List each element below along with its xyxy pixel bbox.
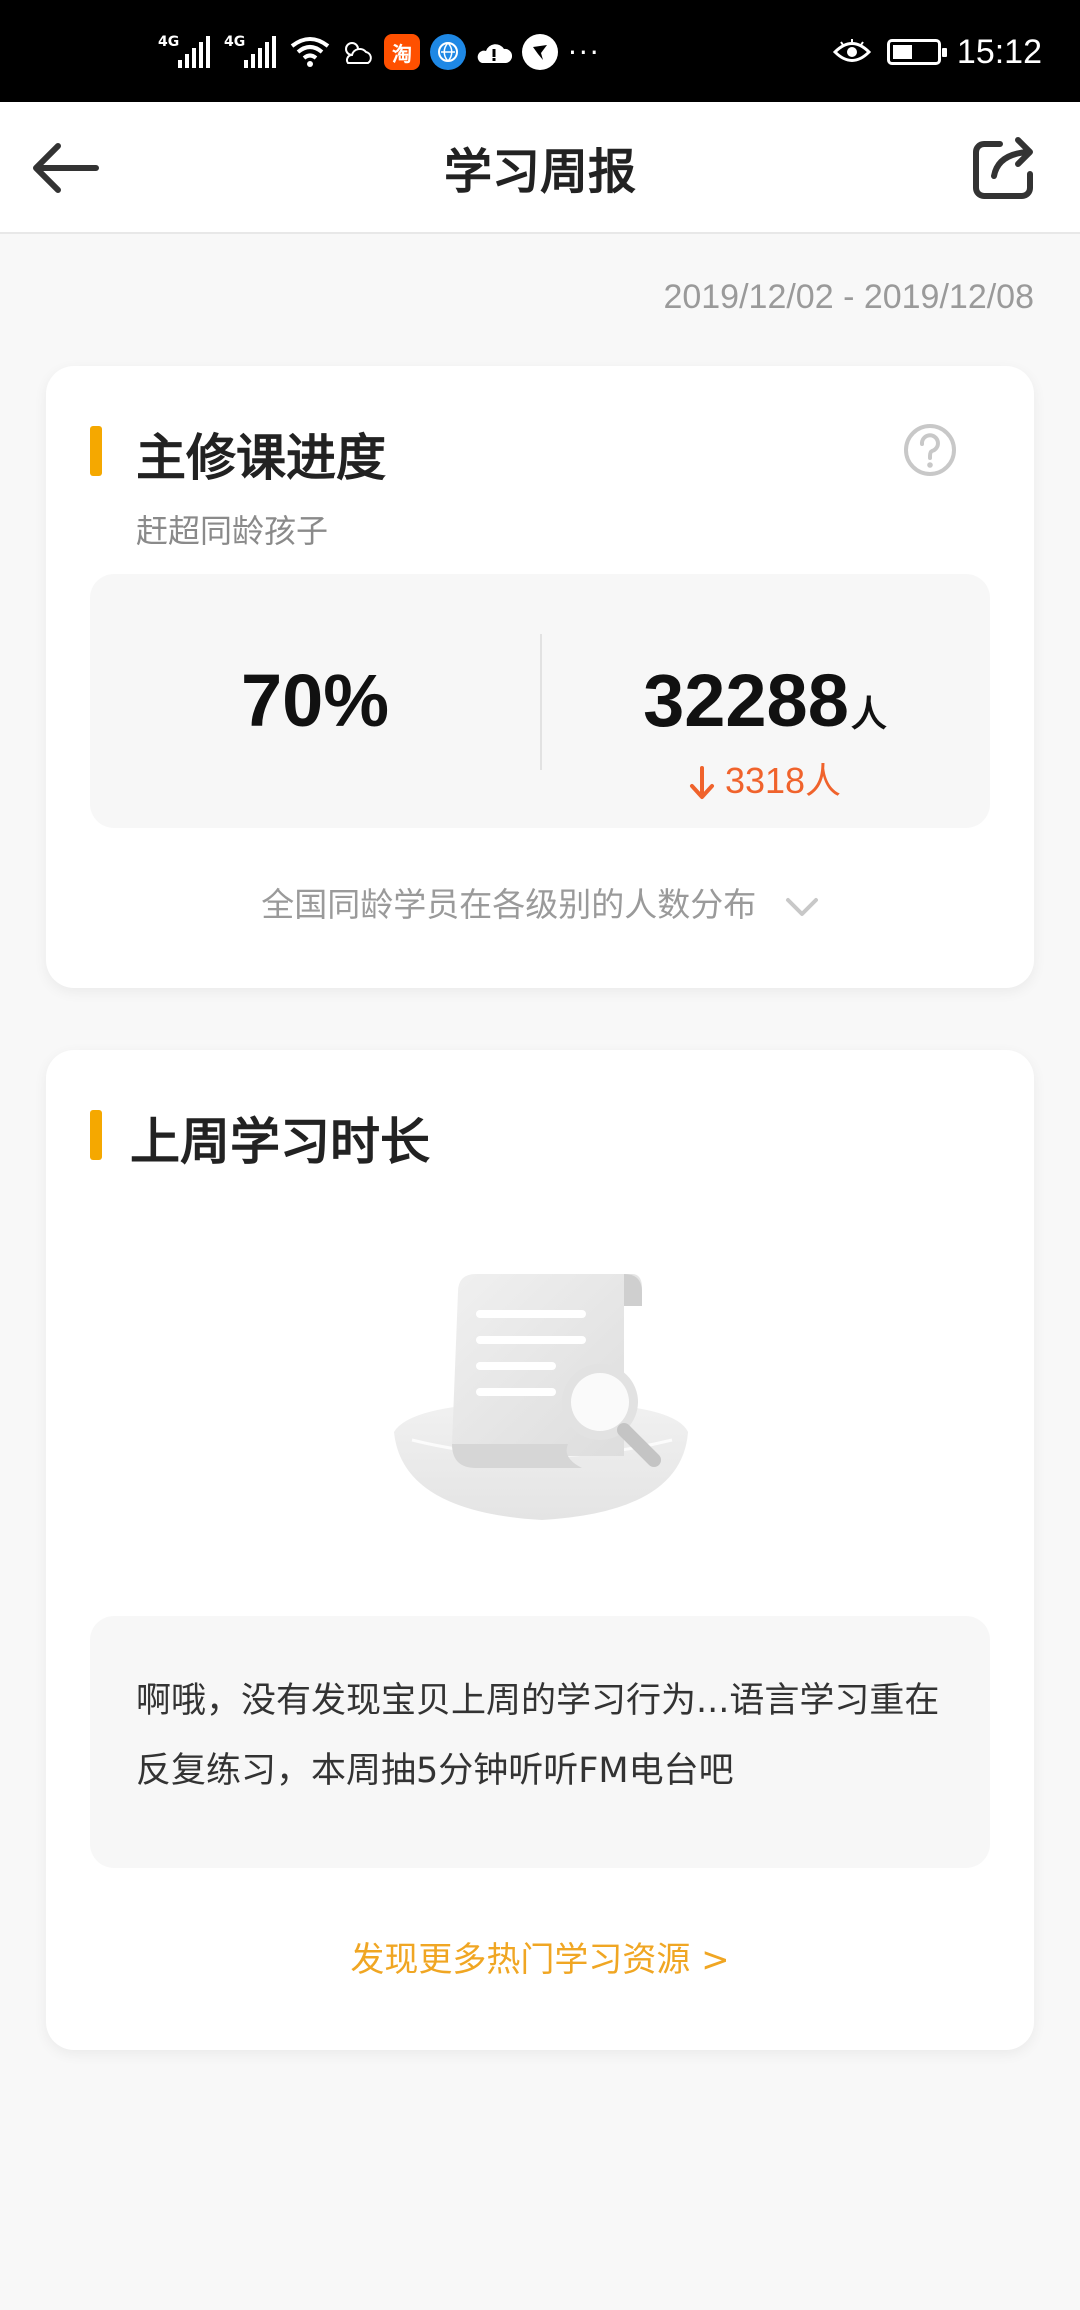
help-icon[interactable] (902, 422, 958, 478)
browser-app-icon (430, 34, 466, 70)
network-type-label: 4G (158, 34, 180, 50)
network-type-label-2: 4G (224, 34, 246, 50)
surpassed-count-unit: 人 (850, 694, 887, 735)
empty-document-search-icon (394, 1274, 688, 1520)
study-time-card: 上周学习时长 啊哦，没有发现宝贝上周的学习行为...语言学习重在反复练习，本周抽… (46, 1050, 1034, 2050)
taobao-app-icon: 淘 (384, 34, 420, 70)
progress-card-title: 主修课进度 (136, 429, 386, 487)
distribution-toggle-label: 全国同龄学员在各级别的人数分布 (261, 885, 757, 924)
stats-box: 70% 32288人 3318人 (90, 574, 990, 828)
title-accent-bar (90, 426, 102, 476)
distribution-toggle[interactable]: 全国同龄学员在各级别的人数分布 (46, 878, 1034, 926)
status-icons-left: 4G 4G 淘 ··· (158, 30, 601, 74)
arrow-down-icon (689, 766, 714, 800)
empty-message: 啊哦，没有发现宝贝上周的学习行为...语言学习重在反复练习，本周抽5分钟听听FM… (136, 1681, 940, 1791)
status-icons-right: 15:12 (832, 30, 1042, 74)
status-bar: 4G 4G 淘 ··· 15:12 (0, 0, 1080, 102)
more-notifications-icon: ··· (568, 35, 601, 69)
surpassed-count: 32288人 (540, 658, 990, 743)
empty-message-box: 啊哦，没有发现宝贝上周的学习行为...语言学习重在反复练习，本周抽5分钟听听FM… (90, 1616, 990, 1868)
cloud-alert-icon (477, 44, 512, 63)
bird-app-icon (522, 34, 558, 70)
study-time-title: 上周学习时长 (130, 1113, 430, 1171)
eye-comfort-icon (832, 39, 871, 62)
signal-icon: 4G (158, 32, 214, 72)
clock: 15:12 (956, 32, 1042, 71)
signal-icon-2: 4G (224, 32, 280, 72)
weather-icon (345, 42, 372, 64)
surpassed-count-value: 32288 (643, 659, 849, 742)
count-change-value: 3318人 (724, 760, 842, 801)
share-icon (973, 137, 1033, 199)
title-accent-bar-2 (90, 1110, 102, 1160)
count-change: 3318人 (540, 752, 990, 804)
date-range: 2019/12/02 - 2019/12/08 (663, 278, 1034, 316)
chevron-down-icon (785, 897, 818, 916)
progress-card-subtitle: 赶超同龄孩子 (136, 512, 329, 550)
progress-card: 主修课进度 赶超同龄孩子 70% 32288人 3318人 全国同龄学员在各级别… (46, 366, 1034, 988)
app-header: 学习周报 (0, 102, 1080, 234)
progress-percent: 70% (240, 659, 390, 742)
wifi-icon (290, 37, 330, 67)
discover-more-link[interactable]: 发现更多热门学习资源 > (46, 1932, 1034, 1981)
battery-icon (886, 39, 947, 65)
share-button[interactable] (972, 136, 1038, 200)
page-title: 学习周报 (443, 144, 636, 200)
